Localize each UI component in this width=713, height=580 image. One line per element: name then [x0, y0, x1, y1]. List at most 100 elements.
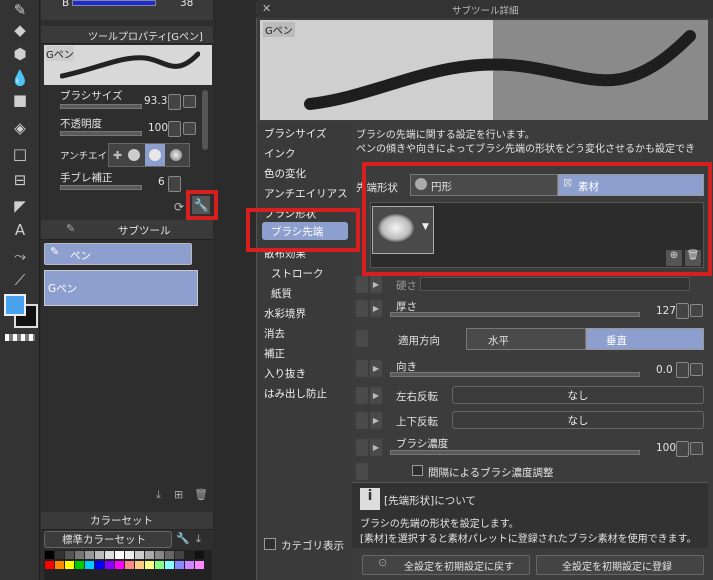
- apply-dir-horizontal-option[interactable]: [466, 328, 586, 350]
- direction-settings-button[interactable]: [690, 363, 703, 376]
- category-item-1[interactable]: インク: [264, 146, 296, 161]
- color-swatch[interactable]: [175, 561, 184, 569]
- color-swatch[interactable]: [75, 551, 84, 559]
- subtool-delete-icon[interactable]: 🗑: [194, 488, 208, 501]
- subtool-group-item[interactable]: [44, 243, 192, 265]
- density-settings-button[interactable]: [690, 442, 703, 455]
- color-swatch[interactable]: [195, 561, 204, 569]
- category-item-0[interactable]: ブラシサイズ: [264, 126, 326, 141]
- color-swatch[interactable]: [65, 551, 74, 559]
- flip-h-dropdown[interactable]: なし: [452, 386, 704, 404]
- color-swatch[interactable]: [175, 551, 184, 559]
- hardness-lock[interactable]: [356, 276, 368, 293]
- density-lock[interactable]: [356, 439, 368, 456]
- rect-select-icon[interactable]: □: [8, 144, 32, 164]
- direction-stepper[interactable]: [676, 362, 689, 378]
- antialias-medium-icon[interactable]: [145, 144, 165, 166]
- color-swatch[interactable]: [55, 551, 64, 559]
- eraser-icon[interactable]: ◆: [8, 20, 32, 40]
- colorset-tool-icon[interactable]: 🔧: [176, 532, 190, 545]
- flip-v-expand[interactable]: ▶: [370, 412, 382, 429]
- reset-tool-icon[interactable]: ⟳: [174, 200, 184, 214]
- flip-h-expand[interactable]: ▶: [370, 387, 382, 404]
- transparent-color-swatch[interactable]: [5, 334, 35, 341]
- colorset-export-icon[interactable]: ⤓: [196, 532, 201, 546]
- category-item-12[interactable]: 入り抜き: [264, 366, 306, 381]
- ruler-icon[interactable]: ◤: [8, 196, 32, 216]
- flip-h-lock[interactable]: [356, 387, 368, 404]
- hardness-expand[interactable]: ▶: [370, 276, 382, 293]
- brush-size-slider[interactable]: [60, 104, 142, 109]
- category-item-13[interactable]: はみ出し防止: [264, 386, 327, 401]
- density-expand[interactable]: ▶: [370, 439, 382, 456]
- apply-dir-lock[interactable]: [356, 330, 368, 347]
- subtool-tab-icon[interactable]: ✎: [66, 222, 75, 235]
- color-swatch[interactable]: [155, 561, 164, 569]
- color-swatch[interactable]: [105, 551, 114, 559]
- color-swatch[interactable]: [75, 561, 84, 569]
- color-swatch[interactable]: [155, 551, 164, 559]
- color-swatch[interactable]: [165, 561, 174, 569]
- thickness-expand[interactable]: ▶: [370, 300, 382, 317]
- opacity-stepper[interactable]: [168, 121, 181, 137]
- lasso-icon[interactable]: ⤳: [8, 246, 32, 266]
- category-item-2[interactable]: 色の変化: [264, 166, 306, 181]
- category-item-8[interactable]: 紙質: [271, 286, 292, 301]
- antialias-none-icon[interactable]: ✚: [113, 149, 125, 162]
- stabilization-slider[interactable]: [60, 185, 142, 190]
- color-swatch[interactable]: [65, 561, 74, 569]
- antialias-strong-icon[interactable]: [170, 149, 182, 161]
- stabilization-stepper[interactable]: [168, 176, 181, 192]
- thickness-stepper[interactable]: [676, 303, 689, 319]
- flip-v-dropdown[interactable]: なし: [452, 411, 704, 429]
- color-swatch[interactable]: [135, 561, 144, 569]
- direction-lock[interactable]: [356, 360, 368, 377]
- color-swatch[interactable]: [85, 551, 94, 559]
- category-item-9[interactable]: 水彩境界: [264, 306, 306, 321]
- color-swatch[interactable]: [45, 561, 54, 569]
- color-swatch[interactable]: [45, 551, 54, 559]
- thickness-slider[interactable]: [390, 312, 640, 317]
- color-swatch[interactable]: [125, 551, 134, 559]
- color-swatch[interactable]: [55, 561, 64, 569]
- color-swatch[interactable]: [185, 551, 194, 559]
- fill-icon[interactable]: ⬢: [8, 44, 32, 64]
- thickness-settings-button[interactable]: [690, 304, 703, 317]
- color-swatch[interactable]: [135, 551, 144, 559]
- interval-density-checkbox[interactable]: [412, 465, 423, 476]
- category-display-checkbox[interactable]: [264, 538, 276, 550]
- density-stepper[interactable]: [676, 441, 689, 457]
- subtool-copy-icon[interactable]: ⊞: [174, 488, 183, 501]
- color-swatch[interactable]: [95, 561, 104, 569]
- color-swatch[interactable]: [115, 551, 124, 559]
- blend-icon[interactable]: 💧: [8, 68, 32, 88]
- antialias-weak-icon[interactable]: [128, 149, 140, 161]
- category-item-3[interactable]: アンチエイリアス: [264, 186, 348, 201]
- color-swatch[interactable]: [145, 561, 154, 569]
- subtool-add-icon[interactable]: ⤓: [156, 488, 161, 502]
- antialias-selector[interactable]: ✚: [108, 143, 190, 167]
- color-swatch[interactable]: [165, 551, 174, 559]
- color-swatch[interactable]: [105, 561, 114, 569]
- category-item-11[interactable]: 補正: [264, 346, 285, 361]
- color-swatch[interactable]: [145, 551, 154, 559]
- interval-density-lock[interactable]: [356, 463, 368, 480]
- tool-property-scrollbar[interactable]: [202, 90, 208, 150]
- category-item-7[interactable]: ストローク: [271, 266, 324, 281]
- thickness-lock[interactable]: [356, 300, 368, 317]
- color-swatch[interactable]: [125, 561, 134, 569]
- color-swatch[interactable]: [185, 561, 194, 569]
- hardness-slider[interactable]: [420, 277, 690, 291]
- category-item-10[interactable]: 消去: [264, 326, 285, 341]
- gradient-icon[interactable]: ■: [8, 90, 32, 110]
- fill-bucket-icon[interactable]: ◈: [8, 118, 32, 138]
- apply-dir-vertical-option[interactable]: [586, 328, 704, 350]
- brush-size-settings-button[interactable]: [183, 95, 196, 108]
- color-swatch[interactable]: [115, 561, 124, 569]
- flip-v-lock[interactable]: [356, 412, 368, 429]
- color-swatch[interactable]: [95, 551, 104, 559]
- pen-icon[interactable]: ✎: [8, 0, 32, 20]
- operation-icon[interactable]: ⟋: [8, 270, 32, 290]
- color-swatch[interactable]: [195, 551, 204, 559]
- direction-expand[interactable]: ▶: [370, 360, 382, 377]
